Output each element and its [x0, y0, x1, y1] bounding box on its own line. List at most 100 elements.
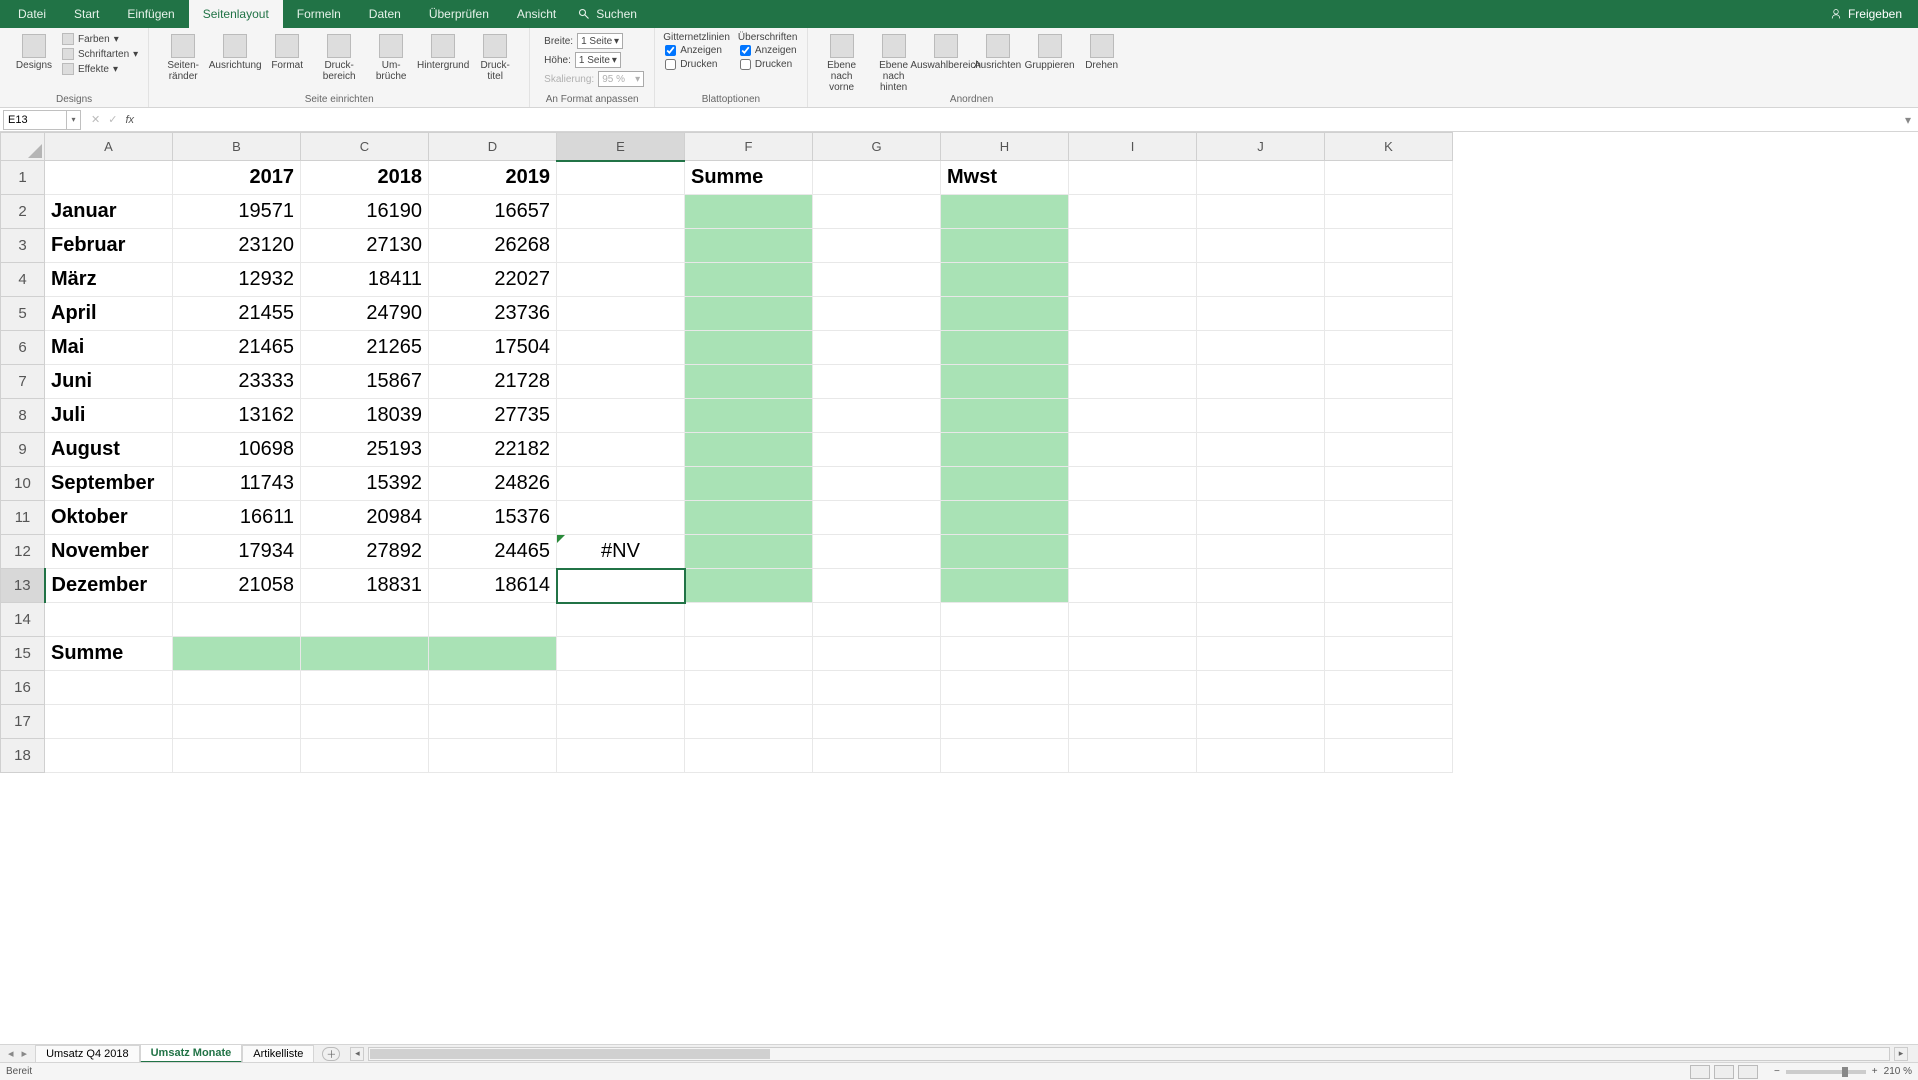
cell-C2[interactable]: 16190	[301, 195, 429, 229]
cell-B8[interactable]: 13162	[173, 399, 301, 433]
cell-B15[interactable]	[173, 637, 301, 671]
tab-start[interactable]: Start	[60, 0, 113, 28]
row-header-7[interactable]: 7	[1, 365, 45, 399]
cell-G10[interactable]	[813, 467, 941, 501]
formula-bar-expand[interactable]: ▾	[1898, 113, 1918, 127]
cell-A3[interactable]: Februar	[45, 229, 173, 263]
cell-C17[interactable]	[301, 705, 429, 739]
col-header-J[interactable]: J	[1197, 133, 1325, 161]
cell-J3[interactable]	[1197, 229, 1325, 263]
cell-D17[interactable]	[429, 705, 557, 739]
cell-E11[interactable]	[557, 501, 685, 535]
row-header-10[interactable]: 10	[1, 467, 45, 501]
cell-I4[interactable]	[1069, 263, 1197, 297]
cell-D3[interactable]: 26268	[429, 229, 557, 263]
cell-B11[interactable]: 16611	[173, 501, 301, 535]
col-header-F[interactable]: F	[685, 133, 813, 161]
row-header-5[interactable]: 5	[1, 297, 45, 331]
cell-H14[interactable]	[941, 603, 1069, 637]
cell-C8[interactable]: 18039	[301, 399, 429, 433]
cell-G18[interactable]	[813, 739, 941, 773]
cell-D5[interactable]: 23736	[429, 297, 557, 331]
seitenraender-button[interactable]: Seiten- ränder	[157, 30, 209, 82]
cell-F18[interactable]	[685, 739, 813, 773]
cell-E6[interactable]	[557, 331, 685, 365]
cell-K5[interactable]	[1325, 297, 1453, 331]
cell-I14[interactable]	[1069, 603, 1197, 637]
formula-input[interactable]	[144, 110, 1898, 130]
cell-D15[interactable]	[429, 637, 557, 671]
cell-H3[interactable]	[941, 229, 1069, 263]
cell-K18[interactable]	[1325, 739, 1453, 773]
cell-A7[interactable]: Juni	[45, 365, 173, 399]
row-header-13[interactable]: 13	[1, 569, 45, 603]
cell-H12[interactable]	[941, 535, 1069, 569]
col-header-I[interactable]: I	[1069, 133, 1197, 161]
cell-K8[interactable]	[1325, 399, 1453, 433]
cell-C15[interactable]	[301, 637, 429, 671]
cell-I10[interactable]	[1069, 467, 1197, 501]
schriftarten-button[interactable]: Schriftarten ▾	[60, 47, 140, 61]
cell-B13[interactable]: 21058	[173, 569, 301, 603]
cell-F11[interactable]	[685, 501, 813, 535]
row-header-2[interactable]: 2	[1, 195, 45, 229]
cell-K14[interactable]	[1325, 603, 1453, 637]
gitter-anzeigen-checkbox[interactable]: Anzeigen	[663, 44, 730, 57]
cell-F17[interactable]	[685, 705, 813, 739]
cell-D7[interactable]: 21728	[429, 365, 557, 399]
cell-C6[interactable]: 21265	[301, 331, 429, 365]
cell-K10[interactable]	[1325, 467, 1453, 501]
cell-F15[interactable]	[685, 637, 813, 671]
cell-D16[interactable]	[429, 671, 557, 705]
row-header-11[interactable]: 11	[1, 501, 45, 535]
gitter-drucken-checkbox[interactable]: Drucken	[663, 58, 730, 71]
sheet-tab-0[interactable]: Umsatz Q4 2018	[35, 1045, 140, 1062]
cell-A16[interactable]	[45, 671, 173, 705]
col-header-A[interactable]: A	[45, 133, 173, 161]
cell-J16[interactable]	[1197, 671, 1325, 705]
row-header-17[interactable]: 17	[1, 705, 45, 739]
cell-H9[interactable]	[941, 433, 1069, 467]
cell-C12[interactable]: 27892	[301, 535, 429, 569]
cell-K1[interactable]	[1325, 161, 1453, 195]
cell-K13[interactable]	[1325, 569, 1453, 603]
cell-J8[interactable]	[1197, 399, 1325, 433]
cell-B2[interactable]: 19571	[173, 195, 301, 229]
row-header-18[interactable]: 18	[1, 739, 45, 773]
row-header-12[interactable]: 12	[1, 535, 45, 569]
view-normal-button[interactable]	[1690, 1065, 1710, 1079]
cell-J2[interactable]	[1197, 195, 1325, 229]
cell-G13[interactable]	[813, 569, 941, 603]
name-box-input[interactable]	[4, 114, 66, 126]
cell-K2[interactable]	[1325, 195, 1453, 229]
cell-G12[interactable]	[813, 535, 941, 569]
cell-J4[interactable]	[1197, 263, 1325, 297]
ueber-anzeigen-checkbox[interactable]: Anzeigen	[738, 44, 799, 57]
cell-E7[interactable]	[557, 365, 685, 399]
cell-D4[interactable]: 22027	[429, 263, 557, 297]
ausrichtung-button[interactable]: Ausrichtung	[209, 30, 261, 71]
sheet-tab-1[interactable]: Umsatz Monate	[140, 1044, 243, 1063]
name-box[interactable]: ▾	[3, 110, 81, 130]
cell-E15[interactable]	[557, 637, 685, 671]
cell-G11[interactable]	[813, 501, 941, 535]
cell-C18[interactable]	[301, 739, 429, 773]
cell-J5[interactable]	[1197, 297, 1325, 331]
cell-E17[interactable]	[557, 705, 685, 739]
cell-F1[interactable]: Summe	[685, 161, 813, 195]
cell-B7[interactable]: 23333	[173, 365, 301, 399]
cell-C9[interactable]: 25193	[301, 433, 429, 467]
cell-A6[interactable]: Mai	[45, 331, 173, 365]
cell-D13[interactable]: 18614	[429, 569, 557, 603]
cell-F3[interactable]	[685, 229, 813, 263]
cell-A8[interactable]: Juli	[45, 399, 173, 433]
cell-G3[interactable]	[813, 229, 941, 263]
cell-J12[interactable]	[1197, 535, 1325, 569]
cell-A17[interactable]	[45, 705, 173, 739]
cell-K6[interactable]	[1325, 331, 1453, 365]
share-button[interactable]: Freigeben	[1830, 7, 1902, 21]
sheet-tab-2[interactable]: Artikelliste	[242, 1045, 314, 1062]
cell-I3[interactable]	[1069, 229, 1197, 263]
cell-C5[interactable]: 24790	[301, 297, 429, 331]
cell-H7[interactable]	[941, 365, 1069, 399]
